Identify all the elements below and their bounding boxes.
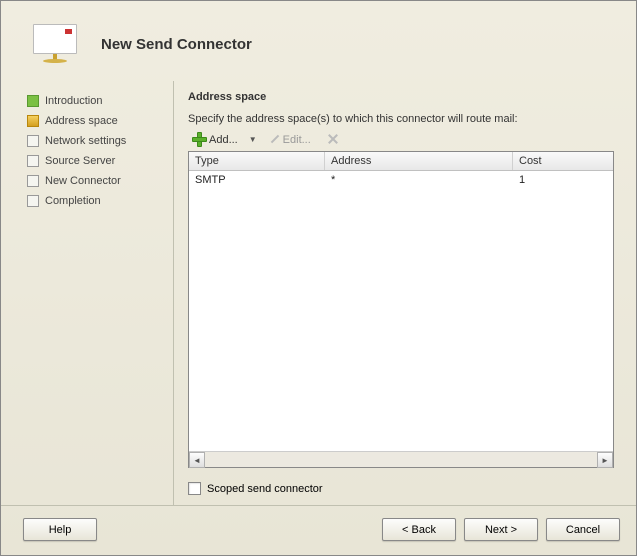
nav-step-label: Address space	[45, 115, 118, 127]
nav-step-label: New Connector	[45, 175, 121, 187]
cell-address: *	[325, 171, 513, 189]
cell-cost: 1	[513, 171, 613, 189]
horizontal-scrollbar[interactable]: ◄ ►	[189, 451, 613, 467]
nav-step-label: Completion	[45, 195, 101, 207]
plus-icon	[192, 132, 207, 147]
envelope-icon	[31, 24, 79, 64]
scoped-connector-option[interactable]: Scoped send connector	[188, 476, 614, 505]
x-icon	[327, 133, 340, 146]
pencil-icon	[268, 133, 281, 146]
scroll-track[interactable]	[205, 452, 597, 467]
add-dropdown-arrow[interactable]: ▼	[249, 135, 257, 144]
column-header-type[interactable]: Type	[189, 152, 325, 170]
edit-button-label: Edit...	[283, 134, 311, 146]
wizard-dialog: New Send Connector Introduction Address …	[0, 0, 637, 556]
wizard-steps-nav: Introduction Address space Network setti…	[23, 81, 173, 505]
nav-step-address-space[interactable]: Address space	[23, 111, 173, 131]
wizard-footer: Help < Back Next > Cancel	[1, 505, 636, 555]
step-pending-icon	[27, 155, 39, 167]
scroll-right-button[interactable]: ►	[597, 452, 613, 468]
step-pending-icon	[27, 135, 39, 147]
wizard-title: New Send Connector	[101, 36, 252, 53]
panel-description: Specify the address space(s) to which th…	[188, 113, 614, 125]
step-current-icon	[27, 115, 39, 127]
scroll-left-button[interactable]: ◄	[189, 452, 205, 468]
step-completed-icon	[27, 95, 39, 107]
checkbox-icon[interactable]	[188, 482, 201, 495]
table-row[interactable]: SMTP * 1	[189, 171, 613, 189]
add-button[interactable]: Add...	[188, 130, 242, 149]
wizard-header: New Send Connector	[1, 1, 636, 81]
next-button[interactable]: Next >	[464, 518, 538, 541]
nav-step-label: Network settings	[45, 135, 126, 147]
table-header: Type Address Cost	[189, 152, 613, 171]
back-button[interactable]: < Back	[382, 518, 456, 541]
column-header-cost[interactable]: Cost	[513, 152, 613, 170]
edit-button: Edit...	[264, 131, 315, 148]
main-panel: Address space Specify the address space(…	[173, 81, 626, 505]
column-header-address[interactable]: Address	[325, 152, 513, 170]
add-button-label: Add...	[209, 134, 238, 146]
checkbox-label: Scoped send connector	[207, 483, 323, 495]
panel-heading: Address space	[188, 91, 614, 103]
step-pending-icon	[27, 195, 39, 207]
nav-step-introduction[interactable]: Introduction	[23, 91, 173, 111]
nav-step-source-server[interactable]: Source Server	[23, 151, 173, 171]
step-pending-icon	[27, 175, 39, 187]
delete-button	[319, 131, 344, 148]
table-body: SMTP * 1	[189, 171, 613, 451]
nav-step-label: Introduction	[45, 95, 102, 107]
help-button[interactable]: Help	[23, 518, 97, 541]
nav-step-network-settings[interactable]: Network settings	[23, 131, 173, 151]
cancel-button[interactable]: Cancel	[546, 518, 620, 541]
nav-step-new-connector[interactable]: New Connector	[23, 171, 173, 191]
cell-type: SMTP	[189, 171, 325, 189]
toolbar: Add... ▼ Edit...	[188, 130, 614, 149]
address-space-table: Type Address Cost SMTP * 1 ◄ ►	[188, 151, 614, 468]
nav-step-completion[interactable]: Completion	[23, 191, 173, 211]
nav-step-label: Source Server	[45, 155, 115, 167]
